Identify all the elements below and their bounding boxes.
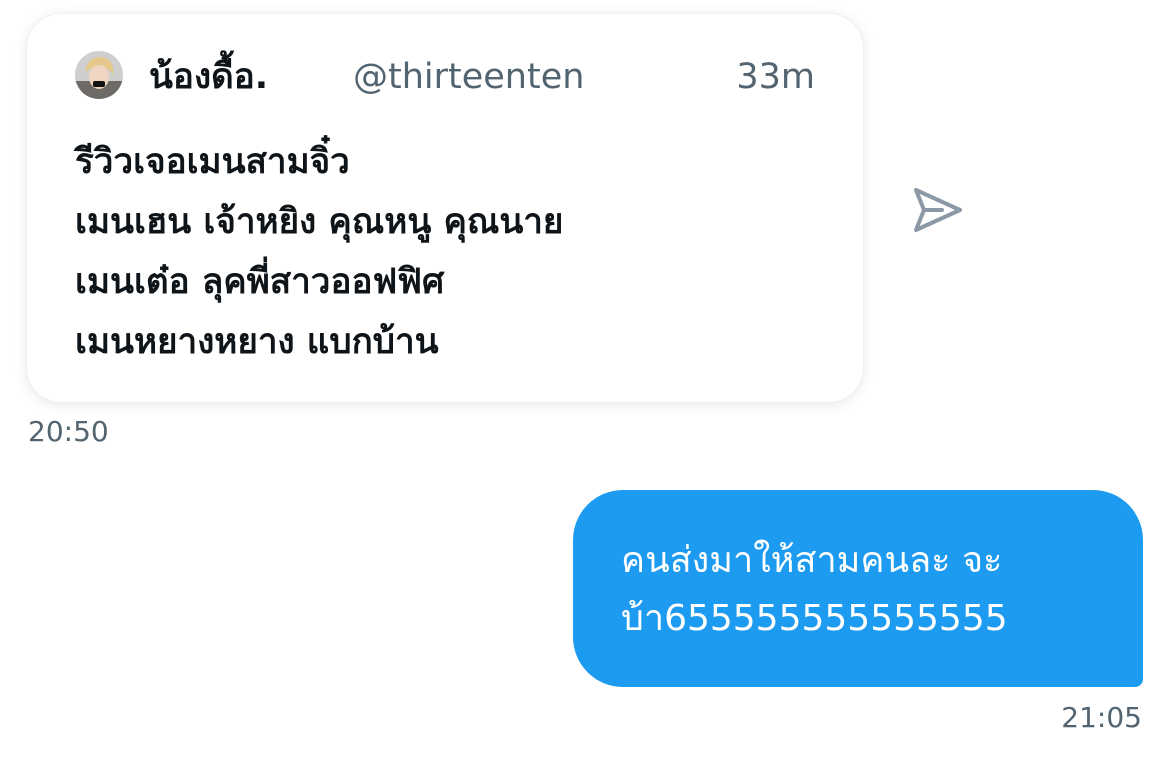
message-timestamp: 20:50 [28,415,109,448]
message-text-line: บ้า655555555555555 [621,598,1008,639]
tweet-header: น้องดื้อ. @thirteenten 33m [75,51,815,103]
shared-tweet-card[interactable]: น้องดื้อ. @thirteenten 33m รีวิวเจอเมนสา… [27,14,863,402]
tweet-text-line: รีวิวเจอเมนสามจิ๋ว [75,142,350,182]
outgoing-message-bubble[interactable]: คนส่งมาให้สามคนละ จะ บ้า655555555555555 [573,490,1143,687]
avatar[interactable] [75,51,123,99]
outgoing-message-text: คนส่งมาให้สามคนละ จะ บ้า655555555555555 [621,532,1121,648]
tweet-text: รีวิวเจอเมนสามจิ๋ว เมนเฮน เจ้าหยิง คุณหน… [75,132,835,372]
tweet-age: 33m [736,57,815,97]
dm-conversation: น้องดื้อ. @thirteenten 33m รีวิวเจอเมนสา… [0,0,1170,760]
message-text-line: คนส่งมาให้สามคนละ จะ [621,540,1003,581]
tweet-author-handle[interactable]: @thirteenten [353,55,584,99]
tweet-text-line: เมนเฮน เจ้าหยิง คุณหนู คุณนาย [75,202,564,242]
tweet-author-name[interactable]: น้องดื้อ. [149,55,268,99]
tweet-text-line: เมนหยางหยาง แบกบ้าน [75,322,439,362]
tweet-text-line: เมนเต๋อ ลุคพี่สาวออฟฟิศ [75,262,445,302]
send-paper-plane-icon[interactable] [908,184,968,236]
message-timestamp: 21:05 [1061,701,1142,734]
